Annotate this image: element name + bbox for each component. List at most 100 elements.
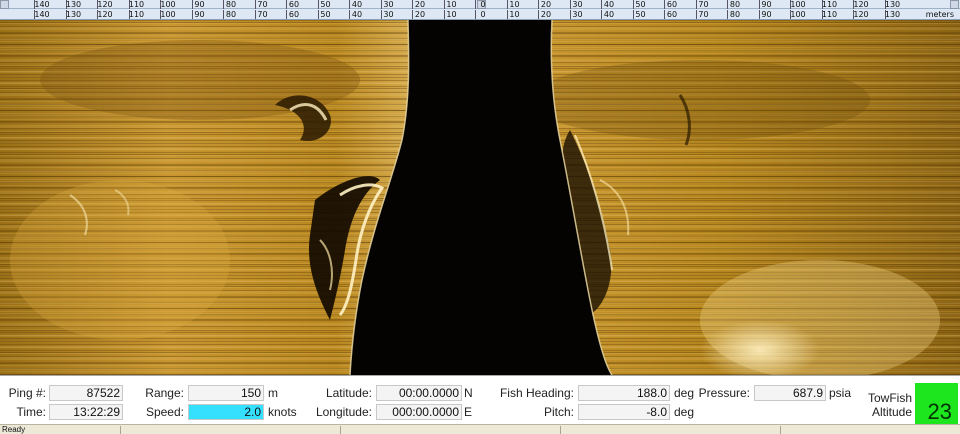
ruler-top-label: 110	[128, 0, 145, 9]
ruler-scroll-right-button[interactable]	[950, 0, 959, 9]
ruler-bottom-label: 30	[572, 10, 583, 19]
ruler-bottom-label: 100	[160, 10, 176, 19]
ruler-top-label: 120	[853, 0, 869, 9]
ruler-tick	[758, 0, 760, 9]
ruler-tick	[664, 10, 665, 19]
range-value-field[interactable]: 150	[188, 385, 264, 401]
ruler-bottom-label: 30	[383, 10, 394, 19]
ruler-top-label: 90	[194, 0, 205, 9]
altitude-label: Altitude	[871, 405, 912, 419]
ruler-top-label: 80	[225, 0, 237, 9]
ruler-top-label: 20	[414, 0, 426, 9]
ruler-tick	[695, 0, 697, 9]
ruler-bottom-label: 20	[540, 10, 552, 19]
ruler-tick	[538, 0, 539, 9]
ruler-bottom-label: 10	[446, 10, 457, 19]
ruler-bottom-label: 140	[34, 10, 50, 19]
pitch-unit: deg	[674, 405, 695, 419]
ruler-tick	[632, 10, 634, 19]
ruler-top-label: 120	[97, 0, 113, 9]
ruler-tick	[317, 10, 319, 19]
ruler-tick	[317, 0, 319, 9]
ruler-tick	[286, 0, 287, 9]
status-bar: Ready	[0, 424, 960, 434]
longitude-label: Longitude:	[315, 405, 372, 419]
ruler-tick	[412, 0, 413, 9]
fish-heading-value-field: 188.0	[578, 385, 670, 401]
ruler-bottom-label: 70	[257, 10, 268, 19]
ruler-bottom-label: 60	[666, 10, 678, 19]
latitude-hemisphere: N	[464, 386, 473, 400]
ruler-top-label: 140	[34, 0, 50, 9]
ruler-tick	[727, 10, 728, 19]
ruler-bottom-label: 90	[194, 10, 205, 19]
pitch-label: Pitch:	[543, 405, 574, 419]
speed-label: Speed:	[145, 405, 184, 419]
ruler-top-label: 40	[351, 0, 363, 9]
ruler-bottom-label: 100	[790, 10, 806, 19]
ruler-units-label: meters	[925, 10, 954, 19]
ruler-bottom-label: 10	[509, 10, 520, 19]
ruler-bottom-label: 80	[729, 10, 741, 19]
ruler-tick	[349, 0, 350, 9]
ruler-tick	[664, 0, 665, 9]
ruler-bottom-label: 40	[351, 10, 363, 19]
ruler-tick	[695, 10, 697, 19]
ruler-tick	[443, 10, 445, 19]
ruler-tick	[286, 10, 287, 19]
status-separator	[780, 426, 781, 434]
towfish-altitude-display: 23	[915, 383, 958, 424]
ruler-bottom-label: 110	[128, 10, 145, 19]
ruler-top-label: 130	[884, 0, 901, 9]
latitude-label: Latitude:	[325, 386, 372, 400]
ruler-top-label: 30	[383, 0, 394, 9]
status-separator	[340, 426, 341, 434]
ruler-top-label: 100	[790, 0, 806, 9]
ruler-top-label: 10	[509, 0, 520, 9]
ruler-bottom-label: 80	[225, 10, 237, 19]
ruler-scroll-left-button[interactable]	[0, 0, 9, 9]
ruler-tick	[443, 0, 445, 9]
ruler-top-label: 0	[480, 0, 486, 9]
ruler-tick	[758, 10, 760, 19]
ruler-top-label: 100	[160, 0, 176, 9]
ruler-top-label: 50	[320, 0, 331, 9]
pitch-value-field: -8.0	[578, 404, 670, 420]
ruler-bottom-label: 40	[603, 10, 615, 19]
speed-unit: knots	[268, 405, 297, 419]
pressure-label: Pressure:	[698, 386, 750, 400]
ruler-top-label: 50	[635, 0, 646, 9]
ruler-tick	[254, 10, 256, 19]
ruler-tick	[506, 10, 508, 19]
ruler-top-label: 20	[540, 0, 552, 9]
ruler-tick	[727, 0, 728, 9]
fish-heading-label: Fish Heading:	[499, 386, 574, 400]
ruler-top-label: 70	[257, 0, 268, 9]
ruler-bottom-label: 130	[65, 10, 82, 19]
status-text: Ready	[2, 425, 26, 434]
ruler-tick	[475, 0, 476, 9]
ruler-tick	[601, 0, 602, 9]
ruler-tick	[475, 10, 476, 19]
ruler-top-label: 10	[446, 0, 457, 9]
ping-label: Ping #:	[8, 386, 46, 400]
pressure-unit: psia	[829, 386, 852, 400]
ruler-tick	[380, 0, 382, 9]
latitude-value-field: 00:00.0000	[376, 385, 462, 401]
ruler-tick	[569, 0, 571, 9]
ruler-bottom-label: 130	[884, 10, 901, 19]
ruler-bottom-label: 110	[821, 10, 838, 19]
ruler-bottom-label: 50	[635, 10, 646, 19]
ruler-tick	[538, 10, 539, 19]
range-scale-ruler: 140 140 130 130 120 120 110 110 100 100 90 90 80 80 70…	[0, 0, 960, 20]
ruler-bottom-label: 120	[853, 10, 869, 19]
sidescan-sonar-waterfall[interactable]	[0, 20, 960, 375]
ruler-top-label: 60	[666, 0, 678, 9]
telemetry-panel: Ping #: 87522 Time: 13:22:29 Range: 150 …	[0, 375, 960, 424]
range-unit: m	[268, 386, 278, 400]
time-value-field: 13:22:29	[49, 404, 123, 420]
ruler-top-label: 130	[65, 0, 82, 9]
time-label: Time:	[16, 405, 46, 419]
status-separator	[120, 426, 121, 434]
speed-value-field[interactable]: 2.0	[188, 404, 264, 420]
